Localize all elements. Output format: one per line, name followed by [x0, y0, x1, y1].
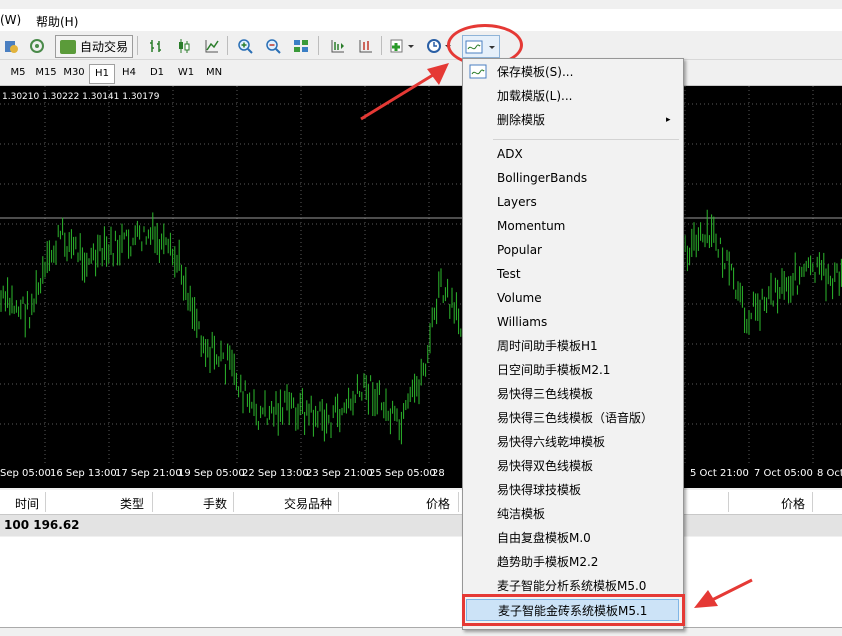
annotation-box: [462, 594, 685, 626]
menu-window[interactable]: (W): [0, 13, 21, 27]
annotation-arrow-top: [360, 63, 449, 121]
menu-item-load-template[interactable]: 加载模版(L)...: [463, 85, 681, 107]
candle-chart-icon[interactable]: [173, 35, 195, 56]
menu-item-template[interactable]: 易快得三色线模板: [463, 383, 681, 405]
menu-item-template[interactable]: BollingerBands: [463, 167, 681, 189]
menu-divider: [493, 139, 679, 140]
ohlc-readout: 1.30210 1.30222 1.30141 1.30179: [2, 92, 160, 102]
tile-windows-icon[interactable]: [290, 35, 312, 56]
autoscroll-icon[interactable]: [354, 35, 376, 56]
x-axis-label: 8 Oct: [817, 468, 842, 479]
toolbar-divider: [381, 36, 382, 55]
column-divider: [233, 492, 234, 512]
menu-item-template[interactable]: Popular: [463, 239, 681, 261]
menu-item-template[interactable]: Williams: [463, 311, 681, 333]
toolbar-divider: [318, 36, 319, 55]
menu-item-delete-template[interactable]: 删除模版 ▸: [463, 109, 681, 131]
column-divider: [458, 492, 459, 512]
menu-item-template[interactable]: 周时间助手模板H1: [463, 335, 681, 357]
menu-item-template[interactable]: Volume: [463, 287, 681, 309]
zoom-out-icon[interactable]: [262, 35, 284, 56]
chart-canvas: [0, 86, 842, 464]
x-axis-label: Sep 05:00: [0, 468, 51, 479]
column-symbol[interactable]: 交易品种: [284, 495, 332, 512]
annotation-arrow-bottom: [694, 578, 753, 608]
indicators-icon[interactable]: [388, 35, 418, 56]
chart-shift-icon[interactable]: [326, 35, 348, 56]
autotrade-icon: [60, 39, 76, 54]
x-axis-label: 7 Oct 05:00: [754, 468, 813, 479]
x-axis-label: 22 Sep 13:00: [242, 468, 309, 479]
timeframe-d1[interactable]: D1: [145, 64, 169, 82]
column-price[interactable]: 价格: [426, 495, 450, 512]
autotrade-button[interactable]: 自动交易: [55, 35, 133, 58]
column-divider: [728, 492, 729, 512]
trade-table-header: 时间 类型 手数 交易品种 价格 价格: [0, 490, 842, 515]
menu-item-template[interactable]: Test: [463, 263, 681, 285]
templates-dropdown-menu: 保存模板(S)... 加载模版(L)... 删除模版 ▸ ADX Bollinge…: [462, 58, 684, 630]
x-axis-label: 19 Sep 05:00: [178, 468, 245, 479]
x-axis-label: 23 Sep 21:00: [306, 468, 373, 479]
toolbar-divider: [227, 36, 228, 55]
column-divider: [45, 492, 46, 512]
column-price-2[interactable]: 价格: [781, 495, 805, 512]
timeframe-w1[interactable]: W1: [173, 64, 199, 82]
submenu-arrow-icon: ▸: [666, 115, 671, 125]
menu-item-template[interactable]: Layers: [463, 191, 681, 213]
menu-item-template[interactable]: 日空间助手模板M2.1: [463, 359, 681, 381]
column-time[interactable]: 时间: [15, 495, 39, 512]
menu-item-template[interactable]: 自由复盘模板M.0: [463, 527, 681, 549]
balance-row[interactable]: 100 196.62: [0, 515, 842, 536]
menu-item-save-template[interactable]: 保存模板(S)...: [463, 61, 681, 83]
timeframe-h1[interactable]: H1: [89, 64, 115, 84]
zoom-in-icon[interactable]: [234, 35, 256, 56]
menu-item-template[interactable]: 易快得球技模板: [463, 479, 681, 501]
menu-item-template[interactable]: 易快得双色线模板: [463, 455, 681, 477]
bar-chart-icon[interactable]: [145, 35, 167, 56]
menu-item-template[interactable]: 易快得三色线模板（语音版）: [463, 407, 681, 429]
menu-bar: (W) 帮助(H): [0, 9, 842, 31]
column-type[interactable]: 类型: [120, 495, 144, 512]
column-divider: [152, 492, 153, 512]
balance-value: 100 196.62: [4, 518, 80, 532]
timeframe-h4[interactable]: H4: [117, 64, 141, 82]
profile-icon[interactable]: [0, 35, 22, 56]
column-lots[interactable]: 手数: [203, 495, 227, 512]
menu-help[interactable]: 帮助(H): [36, 13, 78, 30]
menu-item-template[interactable]: ADX: [463, 143, 681, 165]
menu-item-template[interactable]: 纯洁模板: [463, 503, 681, 525]
price-chart[interactable]: 1.30210 1.30222 1.30141 1.30179 Sep 05:0…: [0, 86, 842, 488]
timeframe-m30[interactable]: M30: [61, 64, 87, 82]
timeframe-m5[interactable]: M5: [5, 64, 31, 82]
column-divider: [812, 492, 813, 512]
x-axis-label: 25 Sep 05:00: [369, 468, 436, 479]
menu-item-template[interactable]: Momentum: [463, 215, 681, 237]
x-axis-label: 16 Sep 13:00: [50, 468, 117, 479]
x-axis-label: 17 Sep 21:00: [115, 468, 182, 479]
signal-icon[interactable]: [26, 35, 48, 56]
line-chart-icon[interactable]: [201, 35, 223, 56]
timeframe-mn[interactable]: MN: [201, 64, 227, 82]
x-axis-label: 5 Oct 21:00: [690, 468, 749, 479]
menu-item-template[interactable]: 易快得六线乾坤模板: [463, 431, 681, 453]
timeframe-m15[interactable]: M15: [33, 64, 59, 82]
save-template-icon: [469, 64, 487, 87]
menu-item-template[interactable]: 趋势助手模板M2.2: [463, 551, 681, 573]
autotrade-label: 自动交易: [80, 40, 129, 54]
column-divider: [338, 492, 339, 512]
x-axis-label: 28: [432, 468, 445, 479]
toolbar-divider: [137, 36, 138, 55]
